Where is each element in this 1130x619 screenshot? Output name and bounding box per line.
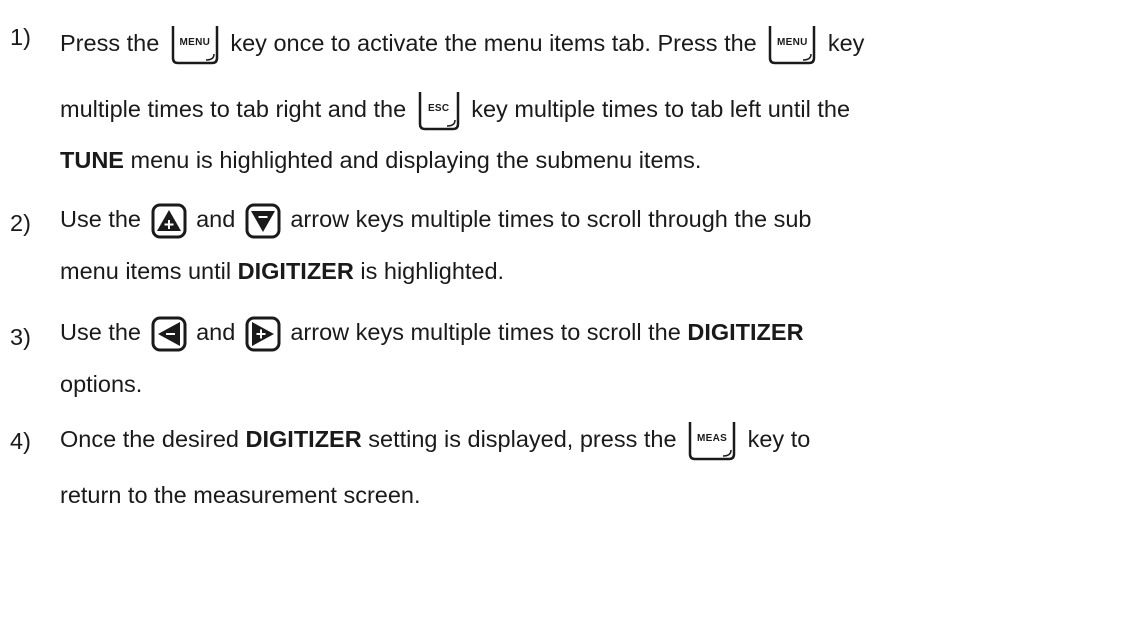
step-text: Use the — [60, 206, 141, 233]
step-text-bold: DIGITIZER — [687, 319, 804, 346]
step-text: Once the desired — [60, 426, 239, 453]
step-number: 3) — [10, 324, 31, 350]
left-arrow-key-icon — [151, 316, 187, 352]
meas-key-icon: MEAS — [687, 420, 737, 462]
step-1-line-1: Press the MENU key once to activate the … — [60, 24, 864, 66]
right-arrow-key-icon — [245, 316, 281, 352]
step-2-line-2: menu items until DIGITIZER is highlighte… — [60, 257, 504, 285]
step-3-line-1: Use the and arrow keys multiple times to… — [60, 316, 804, 352]
step-text-bold: DIGITIZER — [237, 258, 354, 284]
step-1-line-3: TUNE menu is highlighted and displaying … — [60, 146, 701, 174]
step-text: key once to activate the menu items tab.… — [230, 30, 757, 57]
step-text: and — [196, 319, 236, 346]
step-text: is highlighted. — [360, 258, 505, 284]
step-text: key multiple times to tab left until the — [471, 96, 851, 123]
step-text-bold: DIGITIZER — [245, 426, 362, 453]
esc-key-icon: ESC — [417, 90, 461, 132]
key-label: MEAS — [697, 433, 728, 444]
key-label: MENU — [179, 37, 211, 48]
menu-key-icon: MENU — [767, 24, 817, 66]
step-text-bold: TUNE — [60, 147, 124, 173]
step-text: arrow keys multiple times to scroll the — [290, 319, 681, 346]
step-4-line-1: Once the desired DIGITIZER setting is di… — [60, 420, 810, 462]
step-text: and — [196, 206, 236, 233]
key-label: MENU — [776, 37, 808, 48]
step-text: multiple times to tab right and the — [60, 96, 407, 123]
step-text: menu is highlighted and displaying the s… — [130, 147, 702, 173]
up-arrow-key-icon — [151, 203, 187, 239]
step-3-line-2: options. — [60, 370, 142, 398]
step-text: key to — [747, 426, 811, 453]
step-number: 1) — [10, 24, 31, 50]
step-number: 2) — [10, 210, 31, 236]
step-number: 4) — [10, 428, 31, 454]
down-arrow-key-icon — [245, 203, 281, 239]
step-text: options. — [60, 371, 143, 397]
step-2-line-1: Use the and arrow keys multiple times to… — [60, 203, 811, 239]
step-text: Use the — [60, 319, 141, 346]
instruction-document: 1) Press the MENU key once to activate t… — [0, 0, 1130, 619]
menu-key-icon: MENU — [170, 24, 220, 66]
step-4-line-2: return to the measurement screen. — [60, 481, 421, 509]
step-text: menu items until — [60, 258, 232, 284]
key-label: ESC — [427, 103, 450, 114]
step-text: return to the measurement screen. — [60, 482, 421, 508]
step-text: setting is displayed, press the — [368, 426, 677, 453]
step-text: Press the — [60, 30, 160, 57]
step-text: arrow keys multiple times to scroll thro… — [290, 206, 812, 233]
step-text: key — [827, 30, 865, 57]
step-1-line-2: multiple times to tab right and the ESC … — [60, 90, 850, 132]
